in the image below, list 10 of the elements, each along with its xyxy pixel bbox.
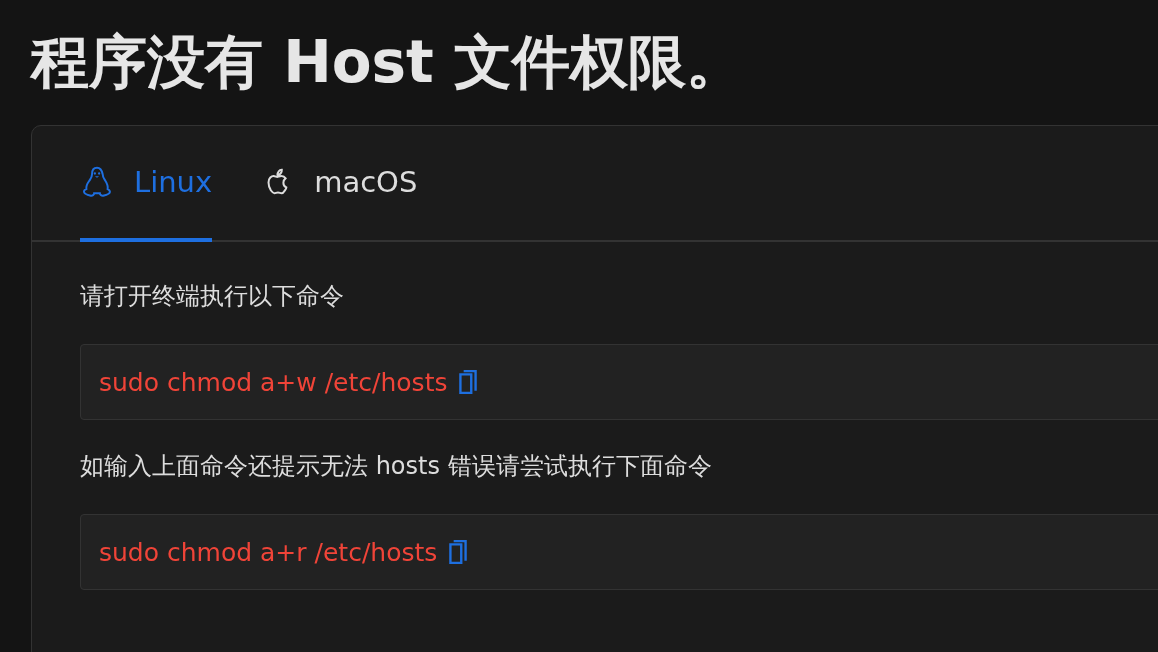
page-title: 程序没有 Host 文件权限。 (31, 27, 746, 98)
command-text: sudo chmod a+w /etc/hosts (99, 367, 448, 397)
penguin-icon (80, 165, 114, 199)
command-text: sudo chmod a+r /etc/hosts (99, 537, 438, 567)
os-tab[interactable]: Linux (80, 126, 213, 242)
copy-icon[interactable] (447, 539, 470, 565)
instruction-text: 如输入上面命令还提示无法 hosts 错误请尝试执行下面命令 (80, 451, 713, 482)
copy-icon[interactable] (457, 369, 480, 395)
os-tab[interactable]: macOS (260, 126, 418, 242)
instruction-text: 请打开终端执行以下命令 (80, 281, 345, 312)
